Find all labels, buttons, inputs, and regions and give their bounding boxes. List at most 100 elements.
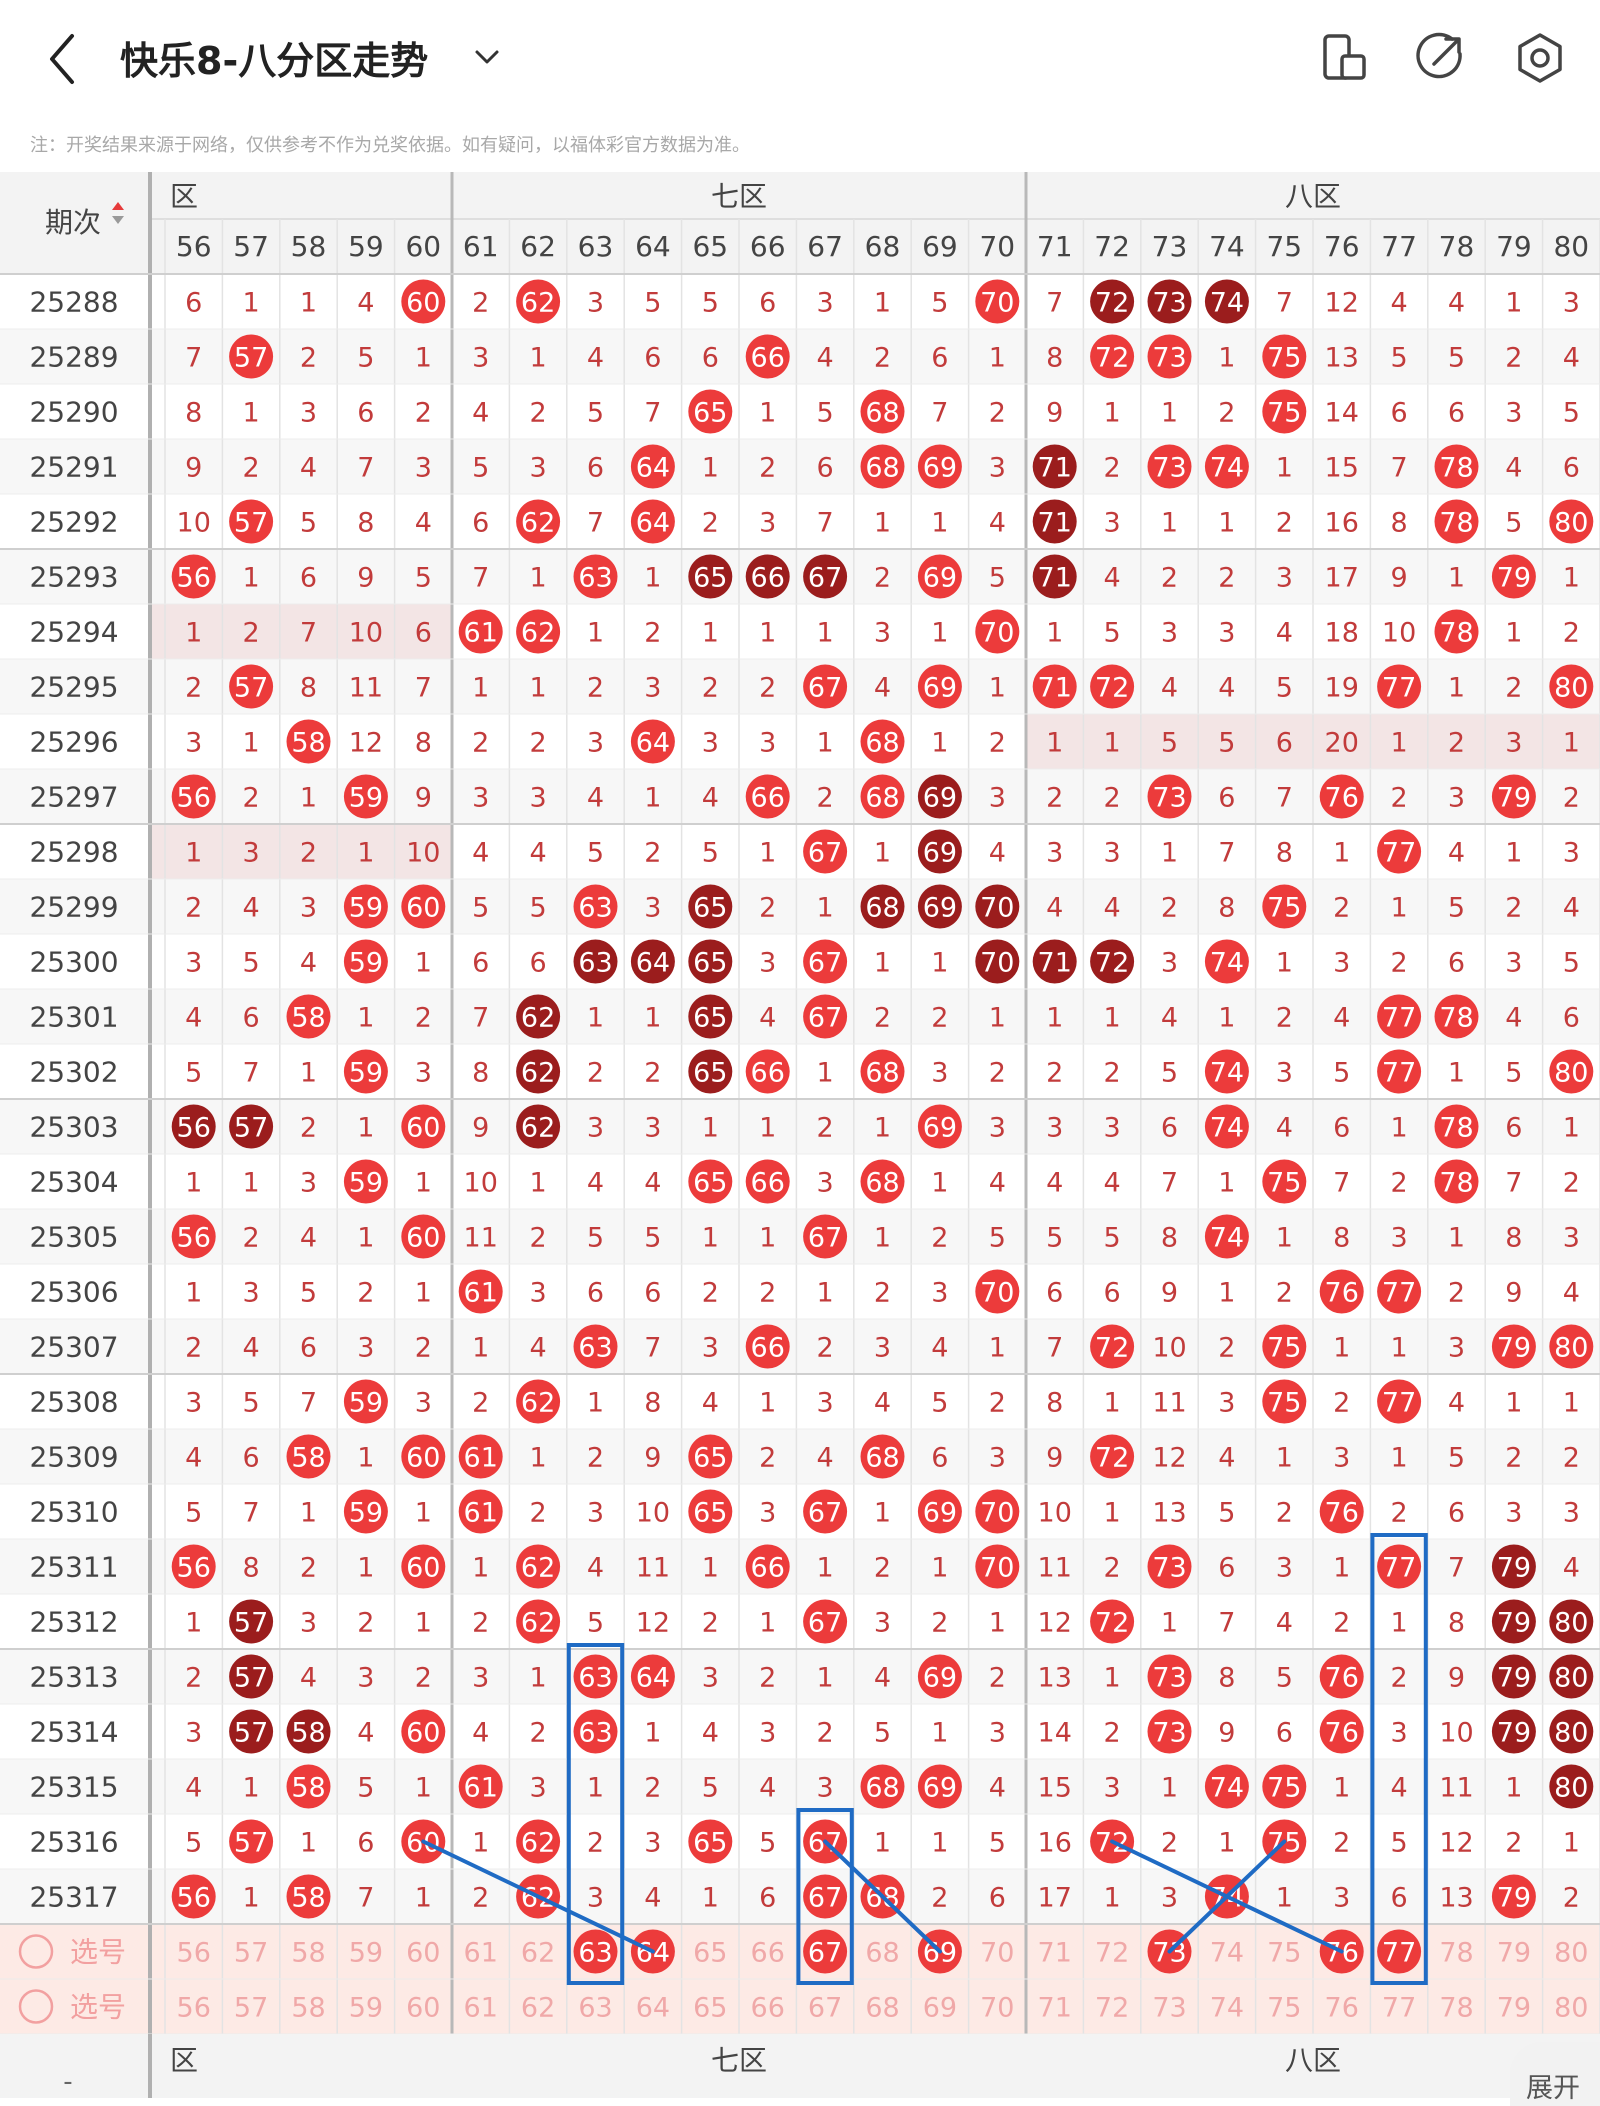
candidate-number: 67: [808, 1993, 842, 2024]
omission-value: 7: [931, 398, 948, 429]
omission-value: 6: [300, 1333, 317, 1364]
omission-value: 3: [1218, 618, 1235, 649]
period-number: 25289: [29, 341, 118, 374]
omission-value: 5: [357, 1773, 374, 1804]
omission-value: 1: [1218, 1003, 1235, 1034]
ball-number: 79: [1497, 783, 1531, 814]
omission-value: 4: [185, 1003, 202, 1034]
candidate-number: 79: [1497, 1993, 1531, 2024]
ball-number: 58: [291, 1718, 325, 1749]
ball-number: 80: [1554, 508, 1588, 539]
omission-value: 6: [1046, 1278, 1063, 1309]
omission-value: 1: [1276, 453, 1293, 484]
omission-value: 3: [587, 728, 604, 759]
ball-number: 76: [1325, 1718, 1359, 1749]
period-number: 25288: [29, 286, 118, 319]
omission-value: 4: [874, 673, 891, 704]
omission-value: 3: [702, 1333, 719, 1364]
omission-value: 6: [300, 563, 317, 594]
omission-value: 4: [874, 1663, 891, 1694]
ball-number: 56: [177, 1553, 211, 1584]
omission-value: 12: [1325, 288, 1359, 319]
omission-value: 1: [931, 948, 948, 979]
expand-button[interactable]: 展开: [1510, 2042, 1600, 2106]
omission-value: 1: [931, 508, 948, 539]
omission-value: 4: [1046, 893, 1063, 924]
omission-value: 2: [1104, 1058, 1121, 1089]
omission-value: 5: [587, 1223, 604, 1254]
ball-number: 62: [521, 508, 555, 539]
omission-value: 7: [1161, 1168, 1178, 1199]
omission-value: 5: [300, 1278, 317, 1309]
omission-value: 1: [817, 1058, 834, 1089]
ball-number: 59: [349, 1168, 383, 1199]
settings-button[interactable]: [1512, 30, 1568, 86]
omission-value: 5: [1505, 508, 1522, 539]
omission-value: 6: [1448, 948, 1465, 979]
omission-value: 2: [1333, 1388, 1350, 1419]
omission-value: 2: [759, 1278, 776, 1309]
omission-value: 2: [415, 1333, 432, 1364]
omission-value: 8: [1391, 508, 1408, 539]
omission-value: 4: [1161, 1003, 1178, 1034]
omission-value: 2: [472, 1883, 489, 1914]
omission-value: 1: [931, 1828, 948, 1859]
omission-value: 3: [1505, 728, 1522, 759]
omission-value: 5: [1563, 948, 1580, 979]
ball-number: 74: [1210, 1113, 1244, 1144]
omission-value: 10: [1038, 1498, 1072, 1529]
omission-value: 1: [1276, 948, 1293, 979]
omission-value: 2: [989, 1663, 1006, 1694]
omission-value: 5: [243, 948, 260, 979]
omission-value: 3: [1563, 838, 1580, 869]
omission-value: 1: [1563, 728, 1580, 759]
omission-value: 8: [1505, 1223, 1522, 1254]
ball-number: 56: [177, 563, 211, 594]
omission-value: 1: [702, 1223, 719, 1254]
candidate-number: 65: [693, 1993, 727, 2024]
trend-chart[interactable]: 区七区 八区 期次 56 57 58 59 60 61 62 63 64 65 66 67 68 69 70 71 7…: [0, 172, 1600, 2098]
row-bg: [0, 1759, 1600, 1814]
omission-value: 1: [1218, 343, 1235, 374]
ball-number: 67: [808, 1938, 842, 1969]
omission-value: 4: [644, 1883, 661, 1914]
candidate-number: 68: [865, 1938, 899, 1969]
share-button[interactable]: [1412, 30, 1468, 86]
omission-value: 5: [644, 288, 661, 319]
omission-value: 9: [185, 453, 202, 484]
omission-value: 7: [587, 508, 604, 539]
omission-value: 2: [472, 1388, 489, 1419]
back-button[interactable]: [42, 30, 82, 88]
omission-value: 3: [1448, 1333, 1465, 1364]
omission-value: 2: [1563, 1168, 1580, 1199]
omission-value: 6: [1333, 1113, 1350, 1144]
omission-value: 3: [874, 1608, 891, 1639]
omission-value: 1: [1104, 1498, 1121, 1529]
omission-value: 2: [300, 838, 317, 869]
omission-value: 13: [1038, 1663, 1072, 1694]
omission-value: 1: [1448, 1223, 1465, 1254]
ball-number: 59: [349, 948, 383, 979]
candidate-number: 64: [636, 1993, 670, 2024]
omission-value: 4: [1563, 343, 1580, 374]
omission-value: 5: [1448, 1443, 1465, 1474]
omission-value: 4: [1218, 673, 1235, 704]
omission-value: 6: [472, 948, 489, 979]
omission-value: 6: [1161, 1113, 1178, 1144]
ball-number: 72: [1095, 343, 1129, 374]
ball-number: 77: [1382, 1278, 1416, 1309]
omission-value: 10: [406, 838, 440, 869]
omission-value: 1: [874, 508, 891, 539]
row-bg: [0, 879, 1600, 934]
omission-value: 3: [1448, 783, 1465, 814]
omission-value: 1: [1333, 1553, 1350, 1584]
omission-value: 8: [357, 508, 374, 539]
omission-value: 1: [415, 1883, 432, 1914]
omission-value: 5: [644, 1223, 661, 1254]
omission-value: 5: [759, 1828, 776, 1859]
omission-value: 6: [1448, 398, 1465, 429]
layout-toggle-button[interactable]: [1316, 30, 1372, 86]
ball-number: 68: [865, 783, 899, 814]
title-dropdown-button[interactable]: [472, 42, 502, 72]
candidate-number: 56: [177, 1938, 211, 1969]
